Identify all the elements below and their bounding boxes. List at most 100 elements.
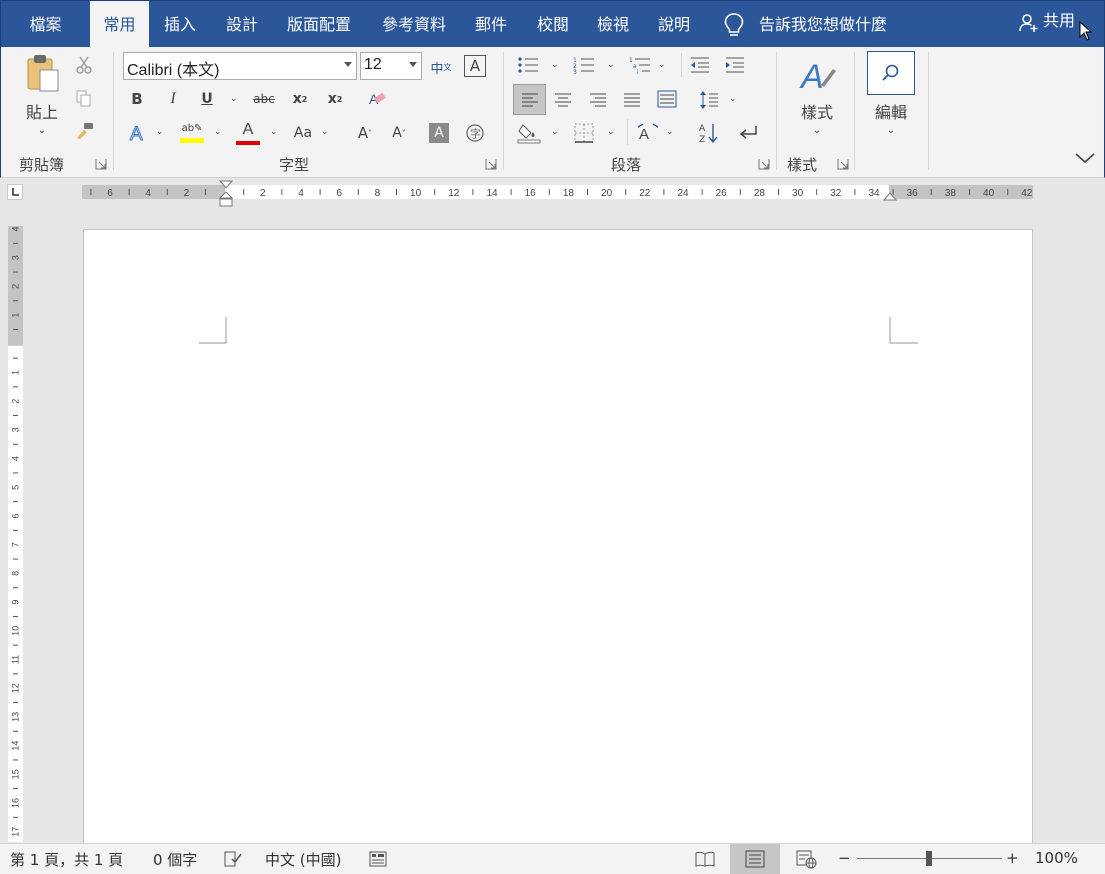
dialog-launcher-icon[interactable] <box>758 158 770 170</box>
tab-insert[interactable]: 插入 <box>151 1 209 48</box>
tab-selector[interactable] <box>7 184 23 200</box>
underline-button[interactable]: U <box>197 88 217 110</box>
proofing-icon[interactable] <box>223 850 243 868</box>
styles-gallery-button[interactable]: A 樣式 ⌄ <box>788 55 846 145</box>
web-layout-icon[interactable] <box>796 850 818 870</box>
chevron-down-icon[interactable]: ⌄ <box>658 60 666 70</box>
ruler-label: 4 <box>10 456 20 461</box>
macro-recording-icon[interactable] <box>369 851 387 867</box>
word-window: 檔案 常用 插入 設計 版面配置 參考資料 郵件 校閱 檢視 說明 告訴我您想做… <box>0 0 1105 874</box>
ruler-label: 24 <box>677 188 689 199</box>
borders-icon[interactable] <box>574 123 594 143</box>
language-indicator[interactable]: 中文 (中國) <box>265 849 341 870</box>
cut-icon[interactable] <box>75 56 93 74</box>
sort-icon[interactable]: AZ <box>698 122 718 144</box>
zoom-out-button[interactable]: − <box>838 849 851 867</box>
tab-home[interactable]: 常用 <box>90 1 149 48</box>
chevron-down-icon[interactable]: ⌄ <box>551 60 559 70</box>
chevron-down-icon[interactable]: ⌄ <box>729 94 737 104</box>
dialog-launcher-icon[interactable] <box>95 158 107 170</box>
chevron-down-icon[interactable]: ⌄ <box>230 94 238 104</box>
multilevel-list-icon[interactable]: 1ai <box>629 55 651 75</box>
italic-button[interactable]: I <box>163 88 183 110</box>
chevron-down-icon[interactable]: ⌄ <box>607 127 615 137</box>
ruler-label: 36 <box>907 188 919 199</box>
tab-mailings[interactable]: 郵件 <box>462 1 520 48</box>
ruler-label: 15 <box>10 769 20 779</box>
subscript-button[interactable]: x2 <box>289 88 311 110</box>
chevron-down-icon[interactable]: ⌄ <box>156 127 164 137</box>
paste-button[interactable]: 貼上 ⌄ <box>17 53 67 145</box>
tab-view[interactable]: 檢視 <box>584 1 642 48</box>
indent-markers[interactable] <box>219 180 233 208</box>
ruler-label: 42 <box>1021 188 1033 199</box>
ruler-label: 10 <box>10 626 20 636</box>
tab-review[interactable]: 校閱 <box>524 1 582 48</box>
tab-help[interactable]: 說明 <box>645 1 703 48</box>
document-page[interactable] <box>83 229 1033 849</box>
chevron-down-icon[interactable]: ⌄ <box>214 127 222 137</box>
asian-layout-icon[interactable]: A <box>637 122 659 144</box>
highlight-color-button[interactable]: ab✎ <box>179 120 205 146</box>
tab-layout[interactable]: 版面配置 <box>273 1 365 48</box>
dialog-launcher-icon[interactable] <box>485 158 497 170</box>
right-indent-marker[interactable] <box>883 192 897 202</box>
left-tab-stop-icon <box>12 188 19 196</box>
bold-button[interactable]: B <box>127 88 147 110</box>
dialog-launcher-icon[interactable] <box>837 158 849 170</box>
strikethrough-button[interactable]: abc <box>251 88 277 110</box>
chevron-down-icon[interactable]: ⌄ <box>607 60 615 70</box>
increase-indent-icon[interactable] <box>724 56 746 74</box>
phonetic-guide-icon[interactable]: 中文 <box>429 55 453 79</box>
tab-file[interactable]: 檔案 <box>1 1 90 48</box>
chevron-down-icon[interactable]: ⌄ <box>321 127 329 137</box>
zoom-slider-thumb[interactable] <box>926 851 932 866</box>
font-size-combobox[interactable]: 12 <box>360 52 422 80</box>
editing-button[interactable]: 編輯 ⌄ <box>867 99 915 139</box>
change-case-button[interactable]: Aa <box>291 122 315 144</box>
styles-icon: A <box>799 58 836 95</box>
bullets-icon[interactable] <box>517 55 539 75</box>
ruler-label: 12 <box>448 188 460 199</box>
word-count[interactable]: 0 個字 <box>153 849 197 870</box>
chevron-down-icon[interactable]: ⌄ <box>270 127 278 137</box>
tab-design[interactable]: 設計 <box>213 1 271 48</box>
collapse-ribbon-icon[interactable] <box>1075 151 1095 165</box>
chevron-down-icon[interactable]: ⌄ <box>666 127 674 137</box>
vertical-ruler[interactable]: 4 3 2 1 1 2 3 4 5 6 7 8 9 10 11 12 13 14 15 16 17 <box>8 226 23 847</box>
clear-formatting-icon[interactable]: A <box>367 89 387 109</box>
shading-icon[interactable] <box>517 122 541 144</box>
decrease-indent-icon[interactable] <box>689 56 711 74</box>
zoom-in-button[interactable]: + <box>1006 849 1019 867</box>
copy-icon[interactable] <box>75 89 93 107</box>
align-left-button[interactable] <box>513 84 546 115</box>
character-shading-icon[interactable]: A <box>429 123 449 143</box>
justify-icon[interactable] <box>623 93 641 107</box>
align-center-icon[interactable] <box>554 93 572 107</box>
align-right-icon[interactable] <box>589 93 607 107</box>
read-mode-icon[interactable] <box>695 851 715 867</box>
font-color-button[interactable]: A <box>235 120 261 146</box>
show-formatting-marks-icon[interactable] <box>738 123 758 143</box>
enclose-character-icon[interactable]: A <box>464 55 486 77</box>
superscript-button[interactable]: x2 <box>324 88 346 110</box>
enclosed-character-icon[interactable]: 字 <box>465 123 485 143</box>
zoom-level[interactable]: 100% <box>1035 849 1078 867</box>
svg-text:Z: Z <box>699 135 705 144</box>
numbering-icon[interactable]: 123 <box>573 55 595 75</box>
find-button[interactable] <box>867 51 915 95</box>
shrink-font-icon[interactable]: A ˅ <box>389 122 409 144</box>
group-divider <box>503 52 504 170</box>
ruler-label: 7 <box>10 542 20 547</box>
page-count[interactable]: 第 1 頁，共 1 頁 <box>10 849 123 870</box>
font-name-combobox[interactable]: Calibri (本文) <box>123 52 357 80</box>
line-spacing-icon[interactable] <box>699 90 719 110</box>
chevron-down-icon[interactable]: ⌄ <box>551 127 559 137</box>
distributed-icon[interactable] <box>657 90 677 108</box>
text-effects-icon[interactable]: A <box>127 122 149 145</box>
ruler-label: 28 <box>754 188 766 199</box>
grow-font-icon[interactable]: A ˄ <box>355 122 375 144</box>
format-painter-icon[interactable] <box>75 122 95 140</box>
tab-references[interactable]: 參考資料 <box>368 1 460 48</box>
print-layout-button[interactable] <box>730 844 780 874</box>
